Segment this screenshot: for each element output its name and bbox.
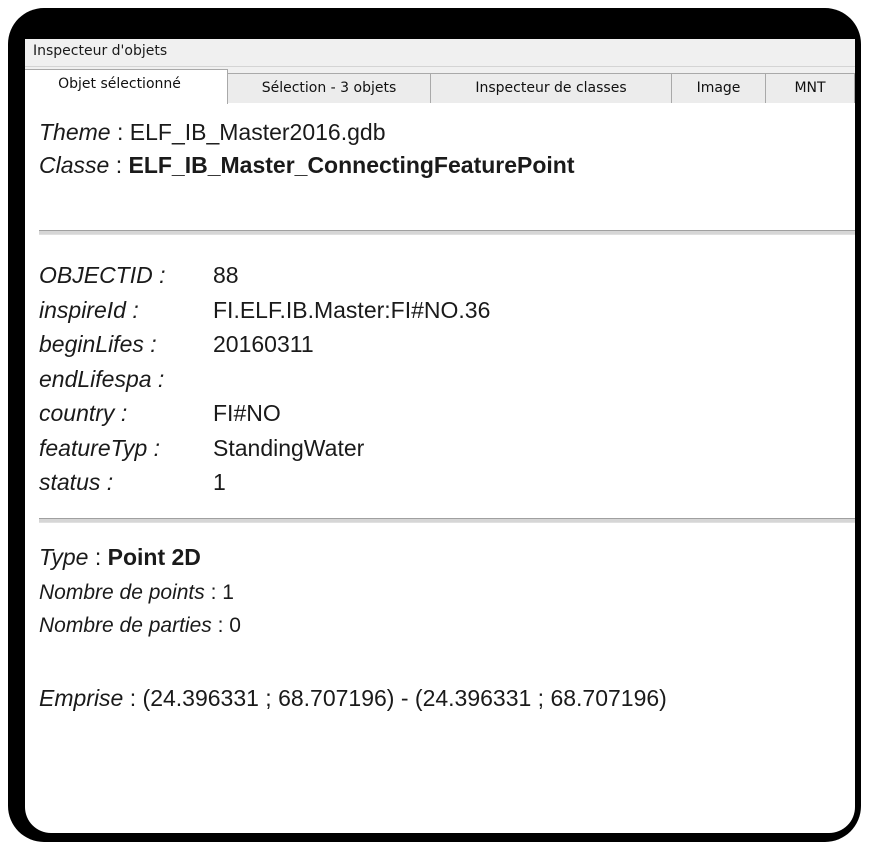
window-title: Inspecteur d'objets (25, 39, 855, 67)
extent-line: Emprise : (24.396331 ; 68.707196) - (24.… (39, 685, 667, 711)
parts-value: 0 (229, 614, 241, 637)
attribute-key: status : (39, 469, 114, 495)
screenshot-frame: Inspecteur d'objets Objet sélectionné Sé… (8, 8, 861, 842)
attribute-key: beginLifes : (39, 331, 157, 357)
geometry-type-line: Type : Point 2D (39, 544, 201, 570)
class-line: Classe : ELF_IB_Master_ConnectingFeature… (39, 152, 575, 178)
tab-bar: Objet sélectionné Sélection - 3 objets I… (25, 67, 855, 104)
class-value: ELF_IB_Master_ConnectingFeaturePoint (128, 152, 575, 178)
attribute-row: country : FI#NO (39, 400, 281, 427)
theme-value: ELF_IB_Master2016.gdb (129, 119, 386, 145)
separator (39, 518, 855, 523)
tab-class-inspector[interactable]: Inspecteur de classes (430, 73, 672, 103)
attribute-row: status : 1 (39, 469, 226, 496)
type-value: Point 2D (107, 544, 201, 570)
tab-image[interactable]: Image (671, 73, 766, 103)
attribute-row: featureTyp : StandingWater (39, 435, 364, 462)
tab-selected-object[interactable]: Objet sélectionné (25, 69, 228, 104)
attribute-row: endLifespa : (39, 366, 213, 393)
inspector-content: Theme : ELF_IB_Master2016.gdb Classe : E… (25, 103, 855, 833)
type-key: Type (39, 544, 89, 570)
attribute-value: FI.ELF.IB.Master:FI#NO.36 (213, 297, 491, 323)
attribute-value: FI#NO (213, 400, 281, 426)
attribute-key: OBJECTID : (39, 262, 166, 288)
attribute-value: StandingWater (213, 435, 365, 461)
attribute-row: inspireId : FI.ELF.IB.Master:FI#NO.36 (39, 297, 490, 324)
points-count-line: Nombre de points : 1 (39, 581, 234, 604)
tab-mnt[interactable]: MNT (765, 73, 855, 103)
attribute-key: inspireId : (39, 297, 139, 323)
attribute-value: 1 (213, 469, 226, 495)
points-key: Nombre de points (39, 581, 205, 604)
attribute-value: 20160311 (213, 331, 314, 357)
attribute-value: 88 (213, 262, 239, 288)
attribute-row: beginLifes : 20160311 (39, 331, 314, 358)
extent-key: Emprise (39, 685, 124, 711)
attribute-key: country : (39, 400, 128, 426)
parts-count-line: Nombre de parties : 0 (39, 614, 241, 637)
theme-key: Theme (39, 119, 111, 145)
class-key: Classe (39, 152, 110, 178)
points-value: 1 (222, 581, 234, 604)
parts-key: Nombre de parties (39, 614, 212, 637)
tab-selection[interactable]: Sélection - 3 objets (227, 73, 431, 103)
object-inspector-window: Inspecteur d'objets Objet sélectionné Sé… (25, 39, 855, 833)
theme-line: Theme : ELF_IB_Master2016.gdb (39, 119, 386, 145)
separator (39, 230, 855, 235)
extent-value: (24.396331 ; 68.707196) - (24.396331 ; 6… (142, 685, 667, 711)
attribute-key: endLifespa : (39, 366, 165, 392)
attribute-row: OBJECTID : 88 (39, 262, 239, 289)
attribute-key: featureTyp : (39, 435, 161, 461)
